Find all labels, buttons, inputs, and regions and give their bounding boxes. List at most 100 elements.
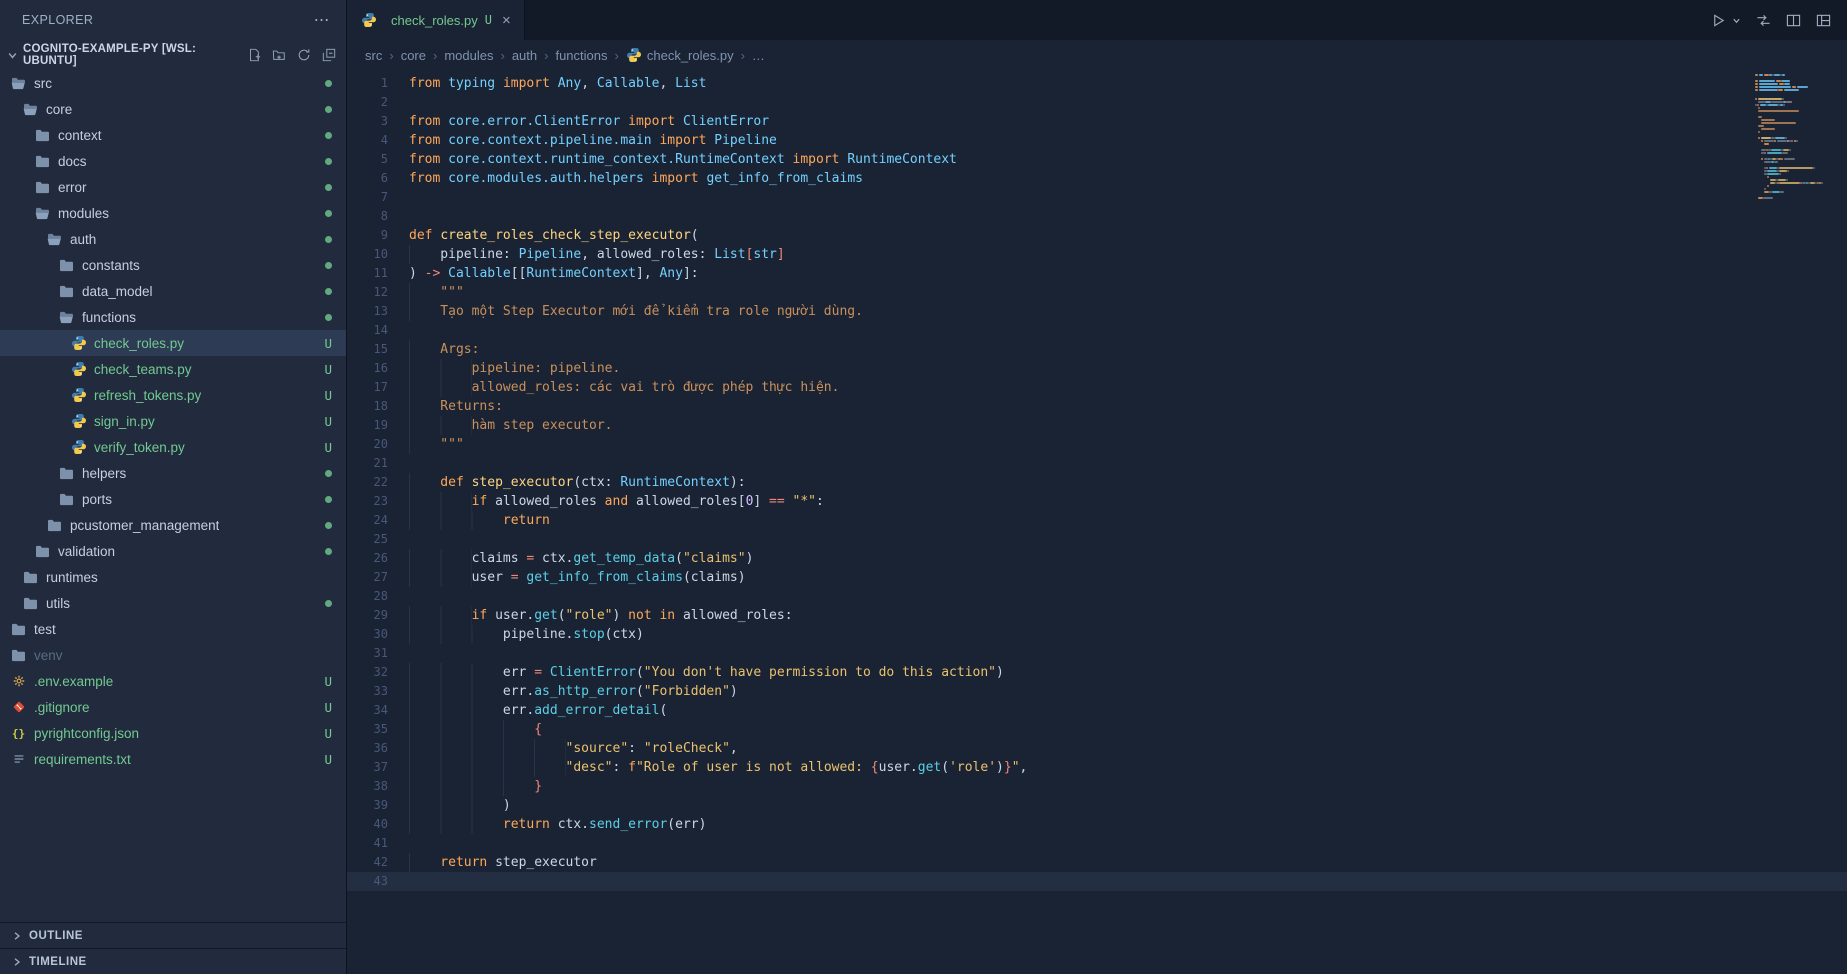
tab-close-icon[interactable]: ×	[502, 12, 511, 29]
tree-item-ports[interactable]: ports	[0, 486, 346, 512]
python-icon	[626, 47, 642, 63]
code-line: 21	[347, 454, 1847, 473]
code-line: 11) -> Callable[[RuntimeContext], Any]:	[347, 264, 1847, 283]
code-line: 43	[347, 872, 1847, 891]
breadcrumb-item-auth[interactable]: auth	[512, 48, 537, 63]
untracked-badge: U	[324, 362, 332, 377]
tree-item-docs[interactable]: docs	[0, 148, 346, 174]
tree-item-pcustomer_management[interactable]: pcustomer_management	[0, 512, 346, 538]
folder-icon	[22, 595, 39, 611]
python-icon	[70, 387, 87, 403]
folder-icon	[34, 127, 51, 143]
breadcrumb-item-core[interactable]: core	[401, 48, 426, 63]
code-line: 24return	[347, 511, 1847, 530]
python-icon	[70, 413, 87, 429]
new-file-icon[interactable]	[247, 48, 261, 62]
file-tree: srccorecontext docs errormodulesauthconsta…	[0, 70, 346, 772]
tree-item-refresh_tokens.py[interactable]: refresh_tokens.pyU	[0, 382, 346, 408]
code-line: 38}	[347, 777, 1847, 796]
tree-item-label: docs	[58, 154, 87, 169]
breadcrumb-item--[interactable]: …	[752, 48, 765, 63]
code-line: 27user = get_info_from_claims(claims)	[347, 568, 1847, 587]
line-number: 20	[347, 435, 409, 454]
run-python-file-button[interactable]	[1711, 13, 1726, 28]
tree-item-data_model[interactable]: data_model	[0, 278, 346, 304]
folder-icon	[58, 465, 75, 481]
open-changes-icon[interactable]	[1756, 13, 1771, 28]
line-number: 29	[347, 606, 409, 625]
code-lines: 1from typing import Any, Callable, List2…	[347, 74, 1847, 891]
minimap[interactable]	[1755, 74, 1837, 203]
breadcrumb-item-src[interactable]: src	[365, 48, 382, 63]
folder-icon	[34, 543, 51, 559]
sidebar-sections: OUTLINE TIMELINE	[0, 922, 346, 974]
tree-item-venv[interactable]: venv	[0, 642, 346, 668]
folder-icon	[46, 517, 63, 533]
tree-item-validation[interactable]: validation	[0, 538, 346, 564]
tree-item-check_roles.py[interactable]: check_roles.py U	[0, 330, 346, 356]
tree-item-functions[interactable]: functions	[0, 304, 346, 330]
tree-item-runtimes[interactable]: runtimes	[0, 564, 346, 590]
tree-item-error[interactable]: error	[0, 174, 346, 200]
code-editor[interactable]: 1from typing import Any, Callable, List2…	[347, 70, 1847, 974]
tree-item-pyrightconfig.json[interactable]: {}pyrightconfig.jsonU	[0, 720, 346, 746]
tree-item-label: validation	[58, 544, 115, 559]
untracked-badge: U	[324, 440, 332, 455]
folder-open-icon	[46, 231, 63, 247]
tree-item-label: refresh_tokens.py	[94, 388, 201, 403]
explorer-header: EXPLORER ⋯	[0, 0, 346, 40]
timeline-section-header[interactable]: TIMELINE	[0, 948, 346, 974]
breadcrumb-item-functions[interactable]: functions	[555, 48, 607, 63]
breadcrumb-item-modules[interactable]: modules	[444, 48, 493, 63]
collapse-folders-icon[interactable]	[322, 48, 336, 62]
line-number: 25	[347, 530, 409, 549]
folder-icon	[10, 647, 27, 663]
tab-check-roles[interactable]: check_roles.py U ×	[347, 0, 525, 40]
new-folder-icon[interactable]	[272, 48, 286, 62]
line-number: 15	[347, 340, 409, 359]
code-line: 20"""	[347, 435, 1847, 454]
modified-dot	[325, 158, 332, 165]
tree-item-check_teams.py[interactable]: check_teams.pyU	[0, 356, 346, 382]
split-editor-icon[interactable]	[1786, 13, 1801, 28]
tree-item-.gitignore[interactable]: .gitignoreU	[0, 694, 346, 720]
sidebar: EXPLORER ⋯ COGNITO-EXAMPLE-PY [WSL: UBUN…	[0, 0, 347, 974]
editor-layout-icon[interactable]	[1816, 13, 1831, 28]
code-line: 22def step_executor(ctx: RuntimeContext)…	[347, 473, 1847, 492]
tree-item-label: verify_token.py	[94, 440, 185, 455]
code-line: 3from core.error.ClientError import Clie…	[347, 112, 1847, 131]
code-line: 13Tạo một Step Executor mới để kiểm tra …	[347, 302, 1847, 321]
tree-item-test[interactable]: test	[0, 616, 346, 642]
tree-item-helpers[interactable]: helpers	[0, 460, 346, 486]
breadcrumb-item-check_roles.py[interactable]: check_roles.py	[626, 47, 734, 63]
vscode-window: EXPLORER ⋯ COGNITO-EXAMPLE-PY [WSL: UBUN…	[0, 0, 1847, 974]
code-line: 15Args:	[347, 340, 1847, 359]
outline-section-header[interactable]: OUTLINE	[0, 922, 346, 948]
tree-item-modules[interactable]: modules	[0, 200, 346, 226]
tree-item-label: check_roles.py	[94, 336, 184, 351]
breadcrumb-separator: ›	[544, 48, 548, 63]
tree-item-label: helpers	[82, 466, 126, 481]
tree-item-verify_token.py[interactable]: verify_token.py U	[0, 434, 346, 460]
tree-item-src[interactable]: src	[0, 70, 346, 96]
tree-item-constants[interactable]: constants	[0, 252, 346, 278]
tree-item-.env.example[interactable]: .env.exampleU	[0, 668, 346, 694]
tree-item-label: functions	[82, 310, 136, 325]
code-line: 12"""	[347, 283, 1847, 302]
timeline-label: TIMELINE	[29, 956, 87, 968]
views-more-actions-icon[interactable]: ⋯	[314, 10, 330, 30]
tree-item-utils[interactable]: utils	[0, 590, 346, 616]
project-header[interactable]: COGNITO-EXAMPLE-PY [WSL: UBUNTU]	[0, 40, 346, 70]
untracked-badge: U	[324, 336, 332, 351]
refresh-icon[interactable]	[297, 48, 311, 62]
code-line: 30pipeline.stop(ctx)	[347, 625, 1847, 644]
tree-item-context[interactable]: context	[0, 122, 346, 148]
line-number: 23	[347, 492, 409, 511]
tree-item-auth[interactable]: auth	[0, 226, 346, 252]
modified-dot	[325, 262, 332, 269]
run-dropdown-chevron-icon[interactable]	[1732, 16, 1741, 25]
tree-item-sign_in.py[interactable]: sign_in.pyU	[0, 408, 346, 434]
code-line: 2	[347, 93, 1847, 112]
tree-item-requirements.txt[interactable]: requirements.txtU	[0, 746, 346, 772]
tree-item-core[interactable]: core	[0, 96, 346, 122]
